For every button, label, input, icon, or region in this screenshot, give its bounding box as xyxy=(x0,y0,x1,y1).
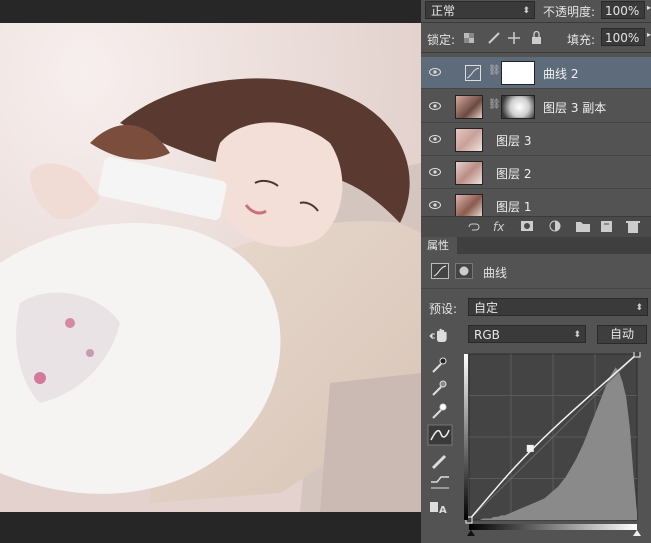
layer-thumbnail[interactable] xyxy=(455,161,483,185)
curve-control-point[interactable] xyxy=(633,352,641,358)
white-point-slider[interactable] xyxy=(633,530,641,536)
properties-title: 曲线 xyxy=(483,266,508,280)
black-point-slider[interactable] xyxy=(467,530,475,536)
lock-move-icon[interactable] xyxy=(508,32,520,44)
canvas-top-strip xyxy=(0,0,421,23)
opacity-label: 不透明度: xyxy=(543,5,596,19)
layers-footer: fx xyxy=(421,216,651,237)
lock-label: 锁定: xyxy=(427,33,456,47)
tab-properties[interactable]: 属性 xyxy=(421,237,457,254)
lock-transparency-icon[interactable] xyxy=(464,33,474,43)
blend-mode-dropdown[interactable]: 正常 ⬍ xyxy=(425,1,535,19)
clipping-warning-icon[interactable]: A xyxy=(430,502,447,516)
visibility-eye-icon[interactable] xyxy=(429,200,441,210)
visibility-eye-icon[interactable] xyxy=(429,67,441,77)
document-canvas[interactable] xyxy=(0,23,421,512)
auto-button[interactable]: 自动 xyxy=(597,325,647,344)
layer-row-layer-3-copy[interactable]: ⛓ 图层 3 副本 xyxy=(421,91,651,123)
layer-thumbnail[interactable] xyxy=(455,194,483,218)
visibility-eye-icon[interactable] xyxy=(429,101,441,111)
properties-tab-bar: 属性 xyxy=(421,237,651,254)
canvas-bottom-strip xyxy=(0,512,421,543)
opacity-arrow-icon[interactable]: ▸ xyxy=(647,3,651,12)
fill-arrow-icon[interactable]: ▸ xyxy=(647,30,651,39)
curves-graph[interactable] xyxy=(465,352,647,537)
layer-name: 图层 3 副本 xyxy=(543,101,607,115)
layer-name: 图层 3 xyxy=(496,134,532,148)
pencil-draw-icon[interactable] xyxy=(431,454,447,470)
new-group-folder-icon[interactable] xyxy=(576,222,590,232)
delete-layer-trash-icon[interactable] xyxy=(626,221,640,233)
curves-adjustment-icon xyxy=(465,65,481,81)
preset-label: 预设: xyxy=(429,302,458,316)
add-mask-icon[interactable] xyxy=(521,221,533,231)
photo-image xyxy=(0,23,421,512)
smooth-curve-icon[interactable] xyxy=(431,476,449,489)
new-layer-icon[interactable] xyxy=(601,221,612,232)
lock-icons-group xyxy=(464,31,541,45)
output-gradient-bar xyxy=(464,354,468,520)
fill-label: 填充: xyxy=(567,33,596,47)
layer-row-curves-2[interactable]: ⛓ 曲线 2 xyxy=(421,57,651,89)
curves-adjustment-icon xyxy=(431,263,449,279)
layer-name: 图层 2 xyxy=(496,167,532,181)
eyedropper-white-icon[interactable] xyxy=(432,403,447,419)
fx-icon[interactable]: fx xyxy=(493,220,505,234)
chain-link-icon[interactable]: ⛓ xyxy=(488,99,501,110)
layer-name: 曲线 2 xyxy=(543,67,579,81)
input-gradient-bar xyxy=(469,524,637,530)
curve-tools: A xyxy=(427,357,453,516)
layer-row-layer-2[interactable]: 图层 2 xyxy=(421,157,651,189)
lock-brush-icon[interactable] xyxy=(488,32,500,44)
curve-point-tool-icon[interactable] xyxy=(427,424,453,446)
opacity-field[interactable]: 100% xyxy=(601,1,645,19)
layer-thumbnail[interactable] xyxy=(455,128,483,152)
mask-properties-icon[interactable] xyxy=(455,263,473,279)
layer-mask-thumbnail[interactable] xyxy=(501,95,535,119)
svg-text:A: A xyxy=(439,505,447,516)
adjustment-layer-icon[interactable] xyxy=(549,220,561,232)
eyedropper-black-icon[interactable] xyxy=(432,357,447,373)
visibility-eye-icon[interactable] xyxy=(429,134,441,144)
layer-thumbnail[interactable] xyxy=(455,95,483,119)
layer-mask-thumbnail[interactable] xyxy=(501,61,535,85)
layer-row-layer-3[interactable]: 图层 3 xyxy=(421,124,651,156)
right-panel: 正常 ⬍ 不透明度: 100% ▸ 锁定: 填充: 100% ▸ ⛓ 曲线 2 … xyxy=(421,0,651,543)
on-image-adjustment-hand-icon[interactable] xyxy=(429,326,451,344)
eyedropper-gray-icon[interactable] xyxy=(432,380,447,396)
curve-control-point[interactable] xyxy=(526,444,534,452)
link-layers-icon[interactable] xyxy=(468,223,480,231)
fill-field[interactable]: 100% xyxy=(601,28,645,46)
svg-text:fx: fx xyxy=(493,220,505,234)
chain-link-icon[interactable]: ⛓ xyxy=(488,65,501,76)
visibility-eye-icon[interactable] xyxy=(429,167,441,177)
channel-dropdown[interactable]: RGB ⬍ xyxy=(468,325,586,343)
preset-dropdown[interactable]: 自定 ⬍ xyxy=(468,298,648,316)
lock-all-icon[interactable] xyxy=(532,31,541,45)
layer-name: 图层 1 xyxy=(496,200,532,214)
